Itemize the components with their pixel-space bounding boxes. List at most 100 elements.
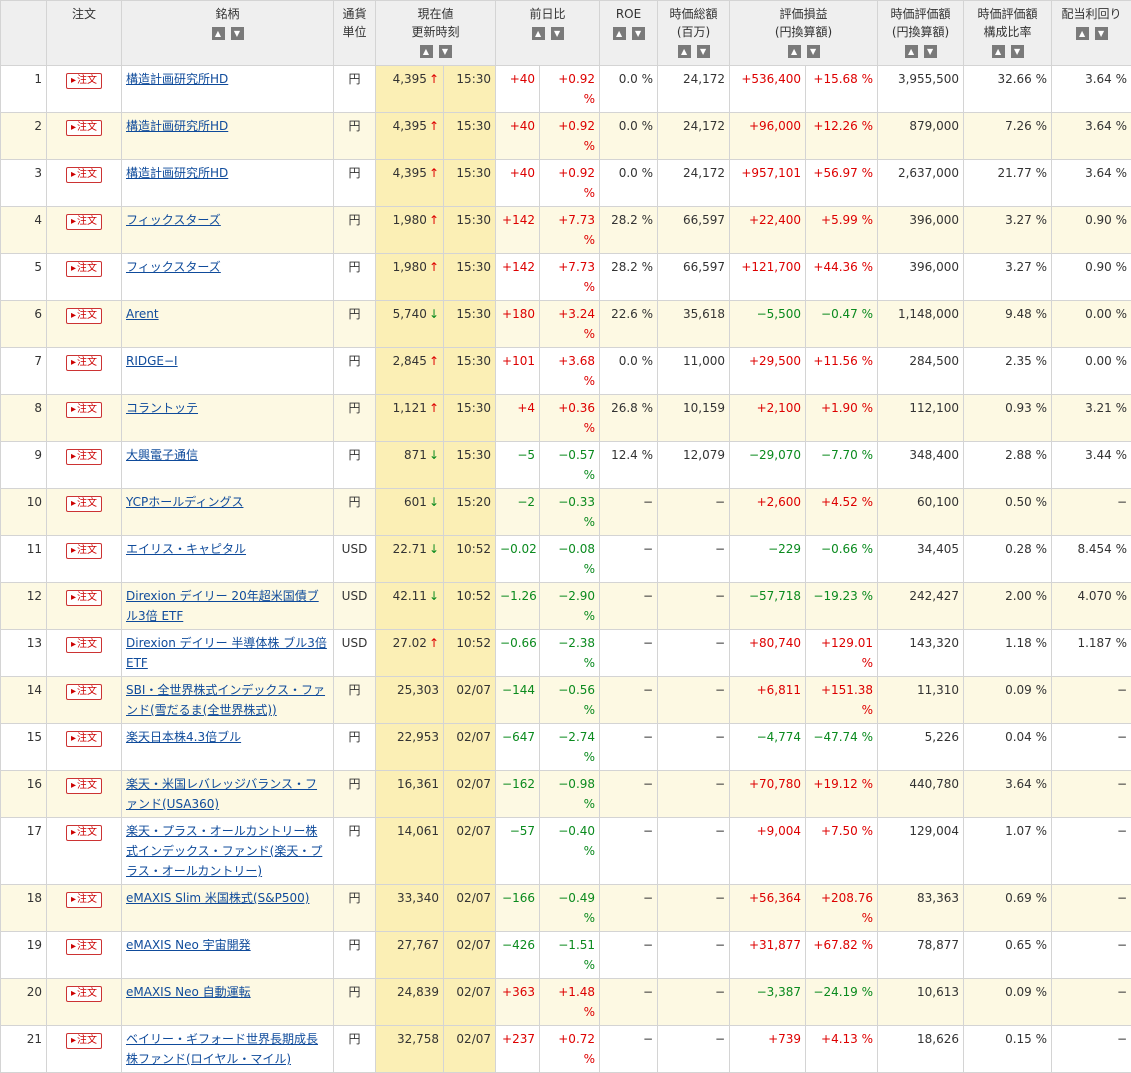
sort-desc-icon[interactable]: ▼ bbox=[807, 45, 820, 58]
roe-cell: 0.0 % bbox=[600, 160, 658, 207]
stock-name-link[interactable]: 大興電子通信 bbox=[126, 448, 198, 462]
order-button[interactable]: ▸注文 bbox=[66, 543, 102, 559]
time-cell: 15:30 bbox=[444, 348, 496, 395]
sort-asc-icon[interactable]: ▲ bbox=[905, 45, 918, 58]
currency-cell: 円 bbox=[334, 771, 376, 818]
order-button[interactable]: ▸注文 bbox=[66, 637, 102, 653]
stock-name-link[interactable]: SBI・全世界株式インデックス・ファンド(雪だるま(全世界株式)) bbox=[126, 683, 325, 717]
stock-name-link[interactable]: eMAXIS Neo 宇宙開発 bbox=[126, 938, 251, 952]
stock-name-cell: 構造計画研究所HD bbox=[122, 66, 334, 113]
sort-desc-icon[interactable]: ▼ bbox=[1011, 45, 1024, 58]
stock-name-link[interactable]: eMAXIS Slim 米国株式(S&P500) bbox=[126, 891, 309, 905]
value-cell: 396,000 bbox=[878, 207, 964, 254]
order-button[interactable]: ▸注文 bbox=[66, 939, 102, 955]
sort-asc-icon[interactable]: ▲ bbox=[788, 45, 801, 58]
stock-name-link[interactable]: フィックスターズ bbox=[126, 260, 221, 274]
order-button[interactable]: ▸注文 bbox=[66, 73, 102, 89]
order-arrow-icon: ▸ bbox=[71, 988, 76, 999]
price-cell: 14,061 bbox=[376, 818, 444, 885]
sort-desc-icon[interactable]: ▼ bbox=[697, 45, 710, 58]
change-cell: −0.02 bbox=[496, 536, 540, 583]
currency-cell: 円 bbox=[334, 724, 376, 771]
stock-name-link[interactable]: 楽天日本株4.3倍ブル bbox=[126, 730, 241, 744]
sort-asc-icon[interactable]: ▲ bbox=[212, 27, 225, 40]
currency-cell: 円 bbox=[334, 979, 376, 1026]
currency-cell: USD bbox=[334, 583, 376, 630]
sort-asc-icon[interactable]: ▲ bbox=[678, 45, 691, 58]
order-button[interactable]: ▸注文 bbox=[66, 402, 102, 418]
stock-name-link[interactable]: フィックスターズ bbox=[126, 213, 221, 227]
order-cell: ▸注文 bbox=[47, 536, 122, 583]
order-button[interactable]: ▸注文 bbox=[66, 684, 102, 700]
order-button[interactable]: ▸注文 bbox=[66, 214, 102, 230]
order-button[interactable]: ▸注文 bbox=[66, 308, 102, 324]
sort-asc-icon[interactable]: ▲ bbox=[613, 27, 626, 40]
row-number: 4 bbox=[1, 207, 47, 254]
stock-name-link[interactable]: ベイリー・ギフォード世界長期成長株ファンド(ロイヤル・マイル) bbox=[126, 1032, 318, 1066]
order-button[interactable]: ▸注文 bbox=[66, 355, 102, 371]
pl-pct-cell: −0.66 % bbox=[806, 536, 878, 583]
order-arrow-icon: ▸ bbox=[71, 122, 76, 133]
stock-name-link[interactable]: eMAXIS Neo 自動運転 bbox=[126, 985, 251, 999]
value-cell: 2,637,000 bbox=[878, 160, 964, 207]
sort-desc-icon[interactable]: ▼ bbox=[551, 27, 564, 40]
stock-name-link[interactable]: YCPホールディングス bbox=[126, 495, 243, 509]
pl-pct-cell: +12.26 % bbox=[806, 113, 878, 160]
sort-asc-icon[interactable]: ▲ bbox=[1076, 27, 1089, 40]
time-cell: 15:30 bbox=[444, 66, 496, 113]
stock-name-link[interactable]: 楽天・プラス・オールカントリー株式インデックス・ファンド(楽天・プラス・オールカ… bbox=[126, 824, 322, 878]
order-button[interactable]: ▸注文 bbox=[66, 1033, 102, 1049]
order-button[interactable]: ▸注文 bbox=[66, 778, 102, 794]
stock-name-link[interactable]: 構造計画研究所HD bbox=[126, 72, 228, 86]
order-button[interactable]: ▸注文 bbox=[66, 167, 102, 183]
currency-cell: 円 bbox=[334, 818, 376, 885]
currency-cell: 円 bbox=[334, 66, 376, 113]
sort-desc-icon[interactable]: ▼ bbox=[1095, 27, 1108, 40]
order-cell: ▸注文 bbox=[47, 66, 122, 113]
pl-cell: +56,364 bbox=[730, 885, 806, 932]
sort-desc-icon[interactable]: ▼ bbox=[231, 27, 244, 40]
holdings-table: 注文 銘柄 ▲▼ 通貨 単位 現在値 更新時刻 ▲▼ 前日比 ▲▼ ROE ▲▼… bbox=[0, 0, 1131, 1073]
order-button[interactable]: ▸注文 bbox=[66, 731, 102, 747]
currency-cell: 円 bbox=[334, 254, 376, 301]
stock-name-link[interactable]: コラントッテ bbox=[126, 401, 198, 415]
stock-name-link[interactable]: Arent bbox=[126, 307, 159, 321]
stock-name-link[interactable]: Direxion デイリー 半導体株 ブル3倍 ETF bbox=[126, 636, 327, 670]
order-button[interactable]: ▸注文 bbox=[66, 261, 102, 277]
row-number: 9 bbox=[1, 442, 47, 489]
roe-cell: − bbox=[600, 536, 658, 583]
sort-desc-icon[interactable]: ▼ bbox=[439, 45, 452, 58]
stock-name-link[interactable]: Direxion デイリー 20年超米国債ブル3倍 ETF bbox=[126, 589, 319, 623]
sort-desc-icon[interactable]: ▼ bbox=[632, 27, 645, 40]
yield-cell: 0.00 % bbox=[1052, 301, 1131, 348]
col-pl: 評価損益 (円換算額) ▲▼ bbox=[730, 1, 878, 66]
ratio-cell: 9.48 % bbox=[964, 301, 1052, 348]
stock-name-link[interactable]: エイリス・キャピタル bbox=[126, 542, 246, 556]
sort-desc-icon[interactable]: ▼ bbox=[924, 45, 937, 58]
order-cell: ▸注文 bbox=[47, 630, 122, 677]
stock-name-link[interactable]: 楽天・米国レバレッジバランス・ファンド(USA360) bbox=[126, 777, 317, 811]
table-row: 14▸注文SBI・全世界株式インデックス・ファンド(雪だるま(全世界株式))円2… bbox=[1, 677, 1131, 724]
row-number: 3 bbox=[1, 160, 47, 207]
currency-cell: 円 bbox=[334, 395, 376, 442]
sort-asc-icon[interactable]: ▲ bbox=[420, 45, 433, 58]
order-button[interactable]: ▸注文 bbox=[66, 825, 102, 841]
stock-name-link[interactable]: 構造計画研究所HD bbox=[126, 119, 228, 133]
currency-cell: 円 bbox=[334, 113, 376, 160]
sort-asc-icon[interactable]: ▲ bbox=[992, 45, 1005, 58]
order-button[interactable]: ▸注文 bbox=[66, 892, 102, 908]
change-cell: −2 bbox=[496, 489, 540, 536]
order-button[interactable]: ▸注文 bbox=[66, 120, 102, 136]
order-button[interactable]: ▸注文 bbox=[66, 590, 102, 606]
order-button[interactable]: ▸注文 bbox=[66, 496, 102, 512]
order-button[interactable]: ▸注文 bbox=[66, 449, 102, 465]
change-cell: −1.26 bbox=[496, 583, 540, 630]
currency-cell: USD bbox=[334, 536, 376, 583]
stock-name-link[interactable]: 構造計画研究所HD bbox=[126, 166, 228, 180]
yield-cell: 0.00 % bbox=[1052, 348, 1131, 395]
order-button[interactable]: ▸注文 bbox=[66, 986, 102, 1002]
change-pct-cell: −0.56 % bbox=[540, 677, 600, 724]
stock-name-link[interactable]: RIDGE−I bbox=[126, 354, 178, 368]
sort-asc-icon[interactable]: ▲ bbox=[532, 27, 545, 40]
mcap-cell: − bbox=[658, 885, 730, 932]
